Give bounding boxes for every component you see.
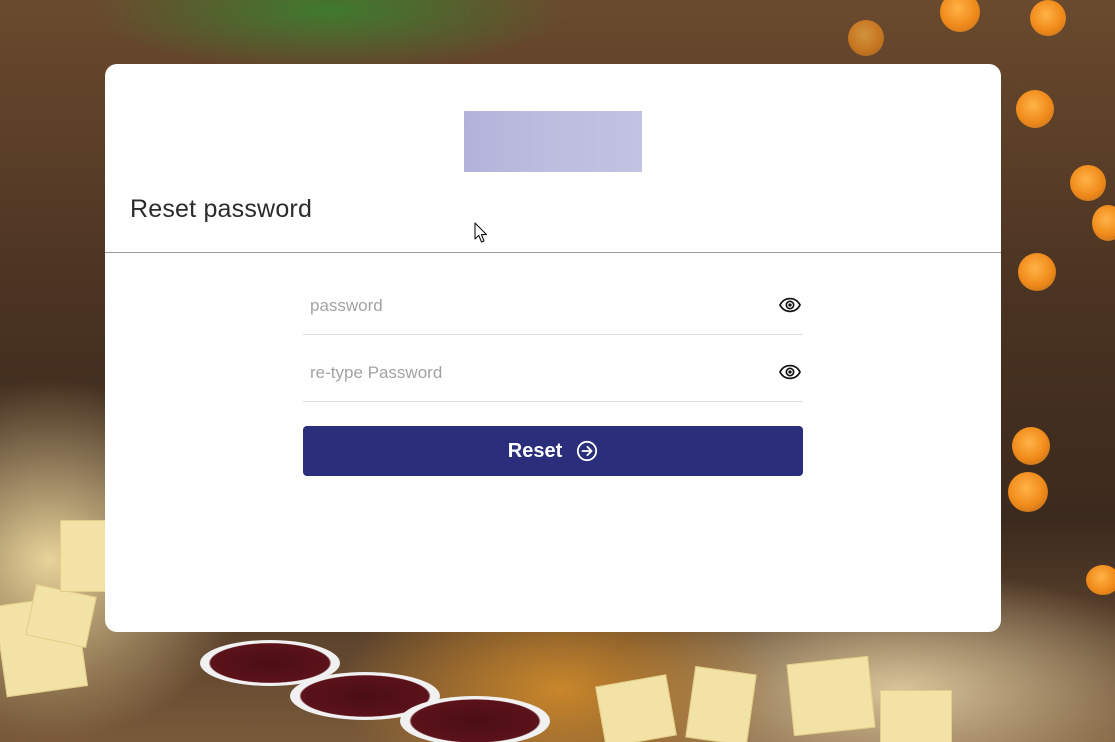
retype-password-field-group: [303, 353, 803, 402]
arrow-circle-right-icon: [577, 440, 598, 462]
mouse-cursor-icon: [474, 222, 488, 243]
cheese-cube: [880, 690, 952, 742]
page-title: Reset password: [130, 195, 313, 223]
eye-icon[interactable]: [779, 364, 801, 380]
bokeh-light: [1016, 90, 1054, 128]
cheese-cube: [595, 674, 677, 742]
retype-password-input[interactable]: [303, 353, 770, 393]
reset-button[interactable]: Reset: [303, 426, 803, 476]
bokeh-light: [940, 0, 980, 32]
cheese-cube: [786, 655, 876, 737]
logo-placeholder: [464, 111, 642, 172]
eye-icon[interactable]: [779, 297, 801, 313]
bokeh-light: [1070, 165, 1106, 201]
bokeh-light: [1008, 472, 1048, 512]
password-field-group: [303, 286, 803, 335]
bokeh-light: [1030, 0, 1066, 36]
cheese-cube: [685, 666, 757, 742]
sauce-spoon: [400, 696, 550, 742]
reset-button-label: Reset: [507, 439, 563, 462]
password-input[interactable]: [303, 286, 770, 326]
header-divider: [105, 252, 1001, 253]
bokeh-light: [848, 20, 884, 56]
bokeh-light: [1092, 205, 1115, 241]
bokeh-light: [1018, 253, 1056, 291]
reset-password-card: Reset password Reset: [105, 64, 1001, 632]
bokeh-light: [1012, 427, 1050, 465]
bokeh-light: [1086, 565, 1115, 595]
